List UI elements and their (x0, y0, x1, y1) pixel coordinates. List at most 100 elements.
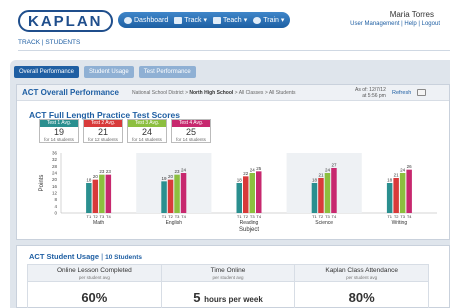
bar-value-label: 25 (256, 166, 262, 171)
usage-stats: Online Lesson Completed per student avg … (27, 264, 429, 308)
bar-test-label: T2 (243, 214, 248, 219)
nav-train[interactable]: Train ▾ (253, 16, 284, 24)
main-nav: Dashboard Track ▾ Teach ▾ Train ▾ (118, 12, 291, 28)
nav-track[interactable]: Track ▾ (174, 16, 207, 24)
bar-test-label: T3 (250, 214, 255, 219)
y-tick-label: 8 (54, 197, 57, 202)
bar (406, 169, 412, 213)
bar-value-label: 24 (250, 168, 256, 173)
user-links[interactable]: User Management | Help | Logout (350, 21, 440, 27)
stat-online-lessons: Online Lesson Completed per student avg … (28, 265, 162, 308)
stat-label: Kaplan Class Attendance (325, 267, 398, 274)
tab-student-usage[interactable]: Student Usage (84, 66, 134, 78)
bar-test-label: T1 (312, 214, 317, 219)
nav-dashboard-label: Dashboard (134, 16, 169, 24)
bar-value-label: 23 (106, 169, 112, 174)
usage-title-row: ACT Student Usage | 10 Students (29, 252, 142, 261)
stat-time-online: Time Online per student avg 5 hours per … (161, 265, 296, 308)
stat-sub: per student avg (78, 275, 110, 280)
stat-head: Time Online per student avg (161, 265, 295, 282)
stat-number: 60% (81, 290, 108, 305)
bar (318, 178, 324, 213)
bar-test-label: T2 (168, 214, 173, 219)
bar (99, 174, 105, 213)
stat-number: 80% (348, 290, 375, 305)
bar-value-label: 18 (387, 178, 393, 183)
category-label: English (166, 220, 183, 226)
bar-value-label: 26 (407, 164, 413, 169)
y-tick-label: 16 (52, 184, 58, 189)
bar-value-label: 20 (168, 174, 174, 179)
bar-test-label: T4 (181, 214, 186, 219)
stat-value: 80% (295, 290, 428, 305)
x-axis-label: Subject (239, 227, 259, 233)
stat-label: Time Online (210, 267, 246, 274)
bar-test-label: T4 (407, 214, 412, 219)
bar-test-label: T1 (162, 214, 167, 219)
bar-value-label: 18 (312, 178, 318, 183)
bar-test-label: T2 (319, 214, 324, 219)
section-breadcrumb[interactable]: TRACK | STUDENTS (18, 39, 80, 46)
stat-class-attendance: Kaplan Class Attendance per student avg … (295, 265, 429, 308)
bar (167, 179, 174, 213)
bar (311, 183, 318, 213)
bar-test-label: T4 (332, 214, 337, 219)
user-name: Maria Torres (389, 10, 434, 19)
bar (174, 174, 180, 213)
bar-value-label: 21 (318, 173, 324, 178)
bar-value-label: 21 (394, 173, 400, 178)
nav-track-label: Track (184, 16, 202, 24)
stat-value: 60% (28, 290, 161, 305)
bar-value-label: 24 (400, 168, 406, 173)
view-tabs: Overall Performance Student Usage Test P… (14, 66, 196, 78)
bar-value-label: 18 (237, 178, 243, 183)
chevron-down-icon: ▾ (243, 17, 248, 24)
y-tick-label: 4 (54, 204, 57, 209)
category-label: Math (93, 220, 104, 226)
header-divider (18, 50, 450, 51)
y-axis-label: Points (39, 175, 45, 192)
kaplan-logo[interactable]: KAPLAN (18, 10, 113, 32)
bar (331, 168, 337, 213)
bar (180, 173, 187, 213)
y-tick-label: 28 (52, 164, 58, 169)
bar (236, 183, 242, 213)
y-tick-label: 0 (54, 211, 57, 216)
bar (92, 179, 99, 213)
overall-performance-card: ACT Overall Performance National School … (16, 84, 450, 240)
nav-dashboard[interactable]: Dashboard (124, 16, 169, 24)
stat-value: 5 hours per week (162, 290, 295, 305)
y-tick-label: 12 (52, 191, 58, 196)
usage-title: ACT Student Usage (29, 252, 100, 261)
category-band (286, 153, 362, 213)
bar (249, 173, 255, 213)
bar-test-label: T2 (394, 214, 399, 219)
bar (324, 173, 331, 213)
tab-overall-performance[interactable]: Overall Performance (14, 66, 80, 78)
student-usage-card: ACT Student Usage | 10 Students Online L… (16, 245, 450, 308)
y-tick-label: 36 (52, 151, 58, 156)
bar-value-label: 22 (243, 171, 249, 176)
bar (399, 173, 406, 213)
chevron-down-icon: ▾ (203, 17, 208, 24)
bar-test-label: T4 (106, 214, 111, 219)
bar (393, 178, 399, 213)
y-tick-label: 24 (52, 171, 58, 176)
tab-test-performance[interactable]: Test Performance (138, 66, 196, 78)
bar (386, 183, 393, 213)
stat-sub: per student avg (212, 275, 244, 280)
bar-value-label: 24 (325, 168, 331, 173)
cloud-icon (253, 16, 262, 24)
usage-count: 10 Students (105, 254, 142, 261)
category-band (136, 153, 212, 213)
bar (161, 181, 167, 213)
stat-number: 5 (193, 290, 201, 305)
chart-icon (174, 16, 183, 24)
nav-teach[interactable]: Teach ▾ (213, 16, 247, 24)
bar-value-label: 27 (331, 163, 337, 168)
bar-value-label: 23 (175, 169, 181, 174)
stat-sub: per student avg (346, 275, 378, 280)
bar-test-label: T1 (387, 214, 392, 219)
stat-head: Kaplan Class Attendance per student avg (295, 265, 429, 282)
y-tick-label: 32 (52, 157, 58, 162)
